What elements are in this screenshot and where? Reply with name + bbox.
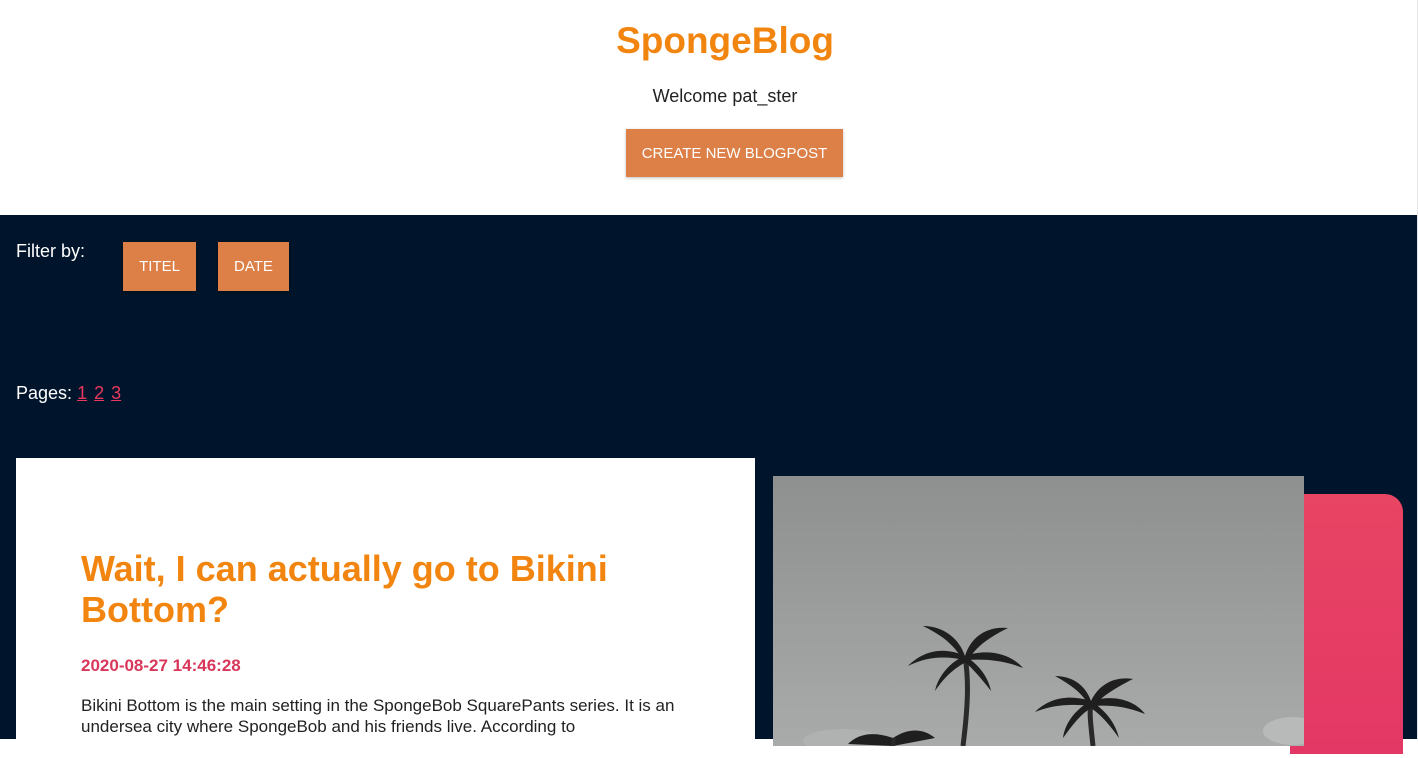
site-title: SpongeBlog xyxy=(616,20,834,61)
palm-trees-photo xyxy=(773,476,1304,746)
post-excerpt: Bikini Bottom is the main setting in the… xyxy=(81,696,675,736)
filter-label: Filter by: xyxy=(16,241,86,261)
post-title[interactable]: Wait, I can actually go to Bikini Bottom… xyxy=(81,548,681,630)
post-date: 2020-08-27 14:46:28 xyxy=(81,656,241,675)
blogpost-card[interactable]: Wait, I can actually go to Bikini Bottom… xyxy=(16,458,755,758)
page-link-2[interactable]: 2 xyxy=(94,383,104,403)
page-link-3[interactable]: 3 xyxy=(111,383,121,403)
page-link-1[interactable]: 1 xyxy=(77,383,87,403)
filter-title-button[interactable]: TITEL xyxy=(123,242,196,291)
decorative-pink-block xyxy=(1290,494,1403,754)
create-blogpost-button[interactable]: CREATE NEW BLOGPOST xyxy=(626,129,843,177)
pages-label: Pages: xyxy=(16,383,73,403)
filter-date-button[interactable]: DATE xyxy=(218,242,289,291)
welcome-text: Welcome pat_ster xyxy=(652,86,798,106)
site-header: SpongeBlog Welcome pat_ster CREATE NEW B… xyxy=(0,0,1418,215)
main-content: Filter by: TITEL DATE Pages: 1 2 3 Wait,… xyxy=(0,215,1418,758)
palm-trees-icon xyxy=(803,626,1304,746)
pagination: Pages: 1 2 3 xyxy=(16,383,123,404)
